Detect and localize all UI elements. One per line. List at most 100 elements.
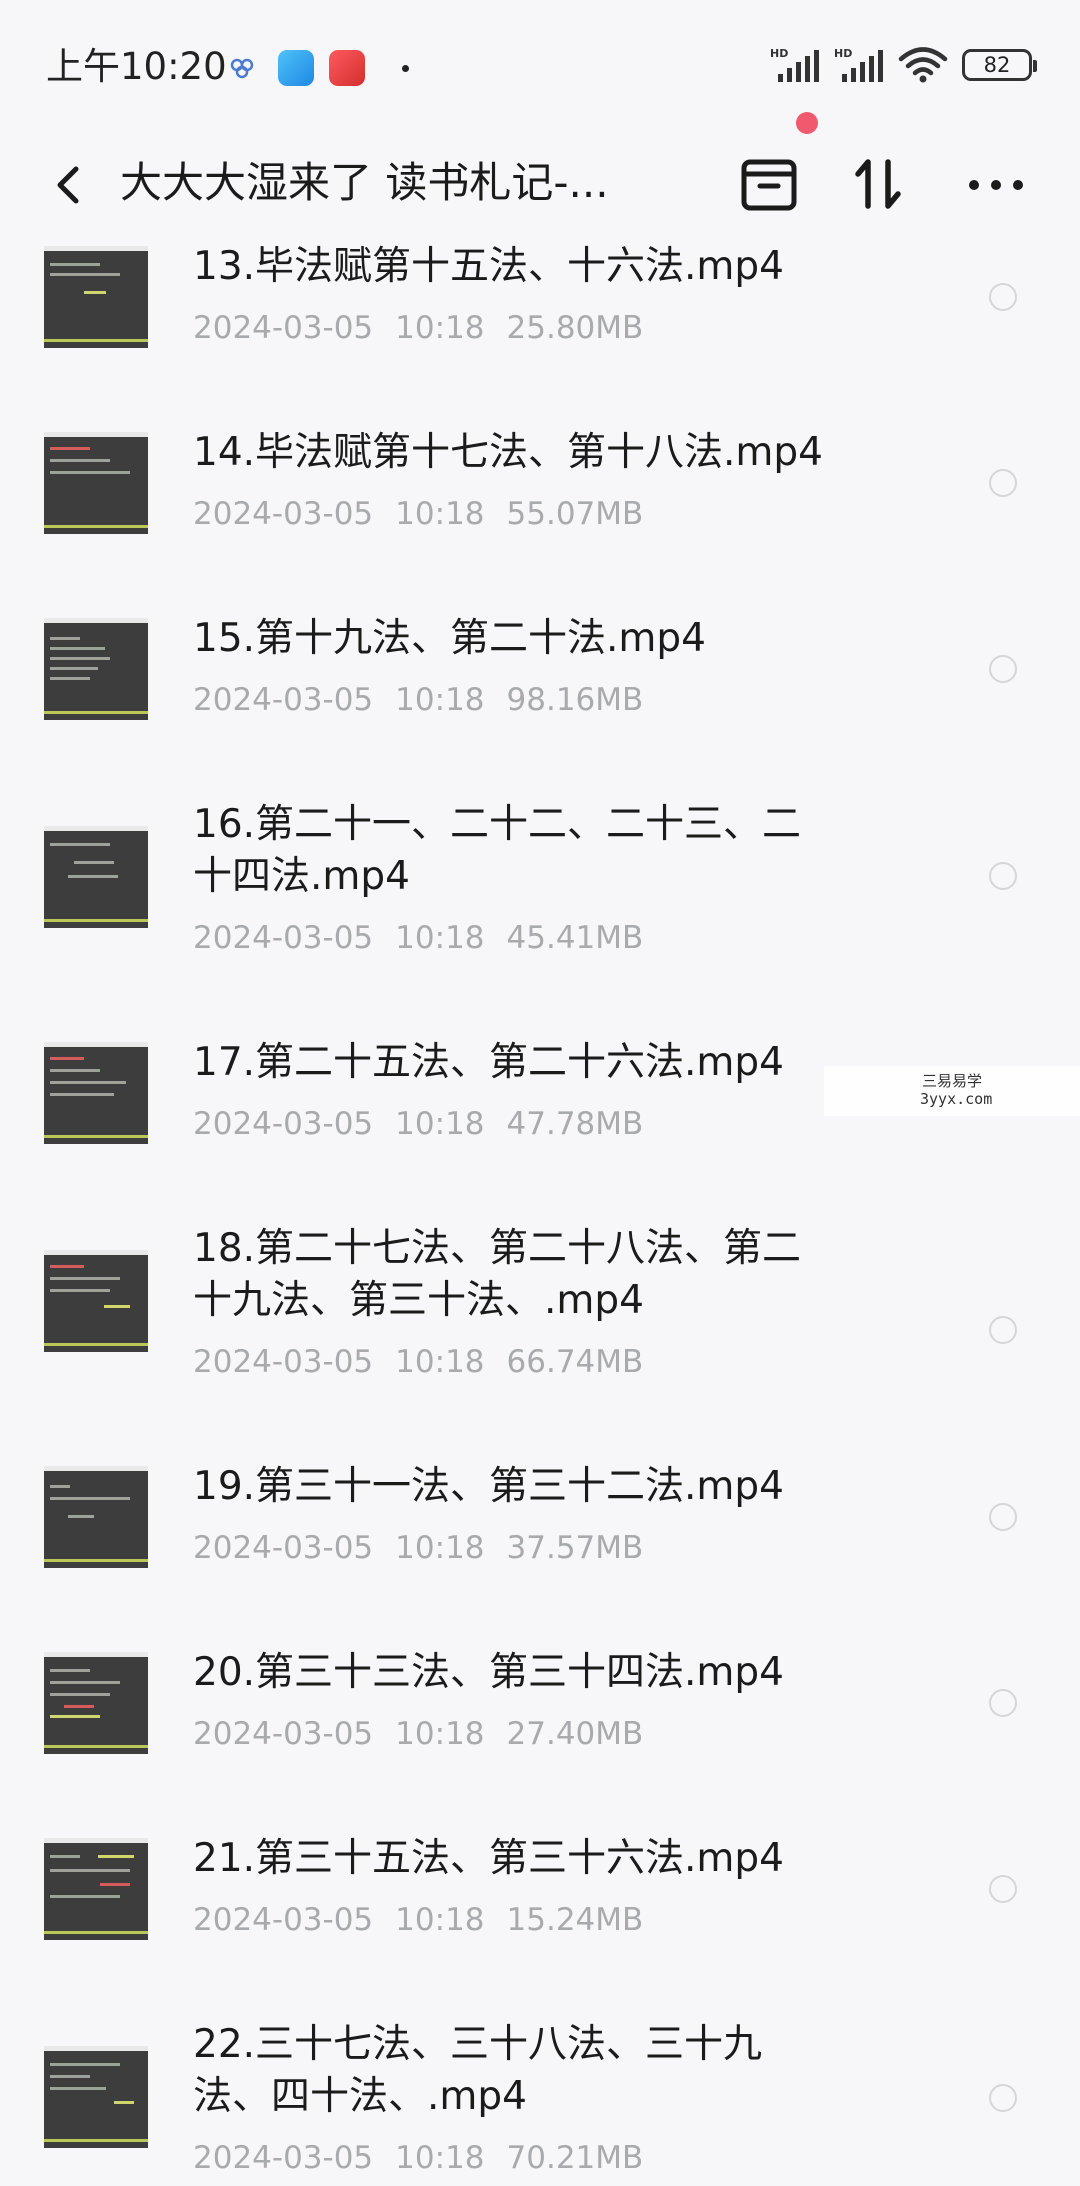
status-bar: 上午10:20 HD HD 82 [0, 0, 1080, 130]
file-name: 16.第二十一、二十二、二十三、二十四法.mp4 [193, 802, 802, 899]
select-checkbox[interactable] [989, 1689, 1017, 1717]
battery-indicator: 82 [962, 49, 1037, 81]
file-meta: 2024-03-05 10:18 66.74MB [193, 1342, 665, 1382]
video-thumbnail [44, 826, 148, 928]
file-meta: 2024-03-05 10:18 25.80MB [193, 308, 665, 348]
video-thumbnail [44, 1466, 148, 1568]
file-time: 10:18 [395, 1530, 485, 1566]
file-name: 17.第二十五法、第二十六法.mp4 [193, 1040, 784, 1085]
cloud-sync-icon [230, 58, 254, 79]
file-time: 10:18 [395, 1344, 485, 1380]
file-meta: 2024-03-05 10:18 45.41MB [193, 918, 665, 958]
list-item[interactable]: 19.第三十一法、第三十二法.mp4 2024-03-05 10:18 37.57M… [0, 1460, 1080, 1646]
video-thumbnail [44, 2046, 148, 2148]
file-meta: 2024-03-05 10:18 47.78MB [193, 1104, 665, 1144]
list-item[interactable]: 18.第二十七法、第二十八法、第二十九法、第三十法、.mp4 2024-03-0… [0, 1222, 1080, 1460]
watermark: 三易易学 3yyx.com [824, 1066, 1080, 1116]
file-name: 22.三十七法、三十八法、三十九法、四十法、.mp4 [193, 2022, 763, 2119]
select-checkbox[interactable] [989, 1316, 1017, 1344]
video-thumbnail [44, 246, 148, 348]
select-checkbox[interactable] [989, 1503, 1017, 1531]
file-size: 47.78MB [506, 1106, 644, 1142]
file-name: 13.毕法赋第十五法、十六法.mp4 [193, 244, 784, 289]
notification-dot [796, 112, 818, 134]
file-size: 45.41MB [506, 920, 644, 956]
list-item[interactable]: 22.三十七法、三十八法、三十九法、四十法、.mp4 2024-03-05 10:… [0, 2018, 1080, 2186]
notification-icons [228, 50, 409, 86]
select-checkbox[interactable] [989, 655, 1017, 683]
file-date: 2024-03-05 [193, 496, 374, 532]
more-dots-icon[interactable] [966, 170, 1026, 200]
file-date: 2024-03-05 [193, 1902, 374, 1938]
file-size: 98.16MB [506, 682, 644, 718]
select-checkbox[interactable] [989, 862, 1017, 890]
file-size: 55.07MB [506, 496, 644, 532]
file-name: 18.第二十七法、第二十八法、第二十九法、第三十法、.mp4 [193, 1226, 802, 1323]
list-item[interactable]: 14.毕法赋第十七法、第十八法.mp4 2024-03-05 10:18 55.07… [0, 426, 1080, 612]
video-thumbnail [44, 1042, 148, 1144]
file-date: 2024-03-05 [193, 1530, 374, 1566]
file-time: 10:18 [395, 920, 485, 956]
file-name: 14.毕法赋第十七法、第十八法.mp4 [193, 430, 823, 475]
file-time: 10:18 [395, 1106, 485, 1142]
file-time: 10:18 [395, 1902, 485, 1938]
file-date: 2024-03-05 [193, 310, 374, 346]
file-name: 19.第三十一法、第三十二法.mp4 [193, 1464, 784, 1509]
video-thumbnail [44, 618, 148, 720]
file-date: 2024-03-05 [193, 920, 374, 956]
file-time: 10:18 [395, 310, 485, 346]
list-item[interactable]: 16.第二十一、二十二、二十三、二十四法.mp4 2024-03-05 10:18… [0, 798, 1080, 1036]
file-size: 27.40MB [506, 1716, 644, 1752]
page-title: 大大大湿来了 读书札记-... [120, 158, 609, 207]
title-bar: 大大大湿来了 读书札记-... [0, 130, 1080, 240]
select-checkbox[interactable] [989, 283, 1017, 311]
list-item[interactable]: 17.第二十五法、第二十六法.mp4 2024-03-05 10:18 47.78M… [0, 1036, 1080, 1222]
select-checkbox[interactable] [989, 2084, 1017, 2112]
file-meta: 2024-03-05 10:18 15.24MB [193, 1900, 665, 1940]
shopping-app-icon [329, 50, 365, 86]
cellular-signal-2-icon: HD [834, 47, 883, 82]
watermark-text: 三易易学 [922, 1072, 983, 1090]
file-size: 25.80MB [506, 310, 644, 346]
file-name: 20.第三十三法、第三十四法.mp4 [193, 1650, 784, 1695]
video-thumbnail [44, 432, 148, 534]
watermark-url: 3yyx.com [920, 1090, 993, 1108]
sort-arrows-icon[interactable] [852, 152, 906, 216]
file-time: 10:18 [395, 496, 485, 532]
file-meta: 2024-03-05 10:18 70.21MB [193, 2138, 665, 2178]
wifi-icon [898, 47, 948, 83]
file-time: 10:18 [395, 2140, 485, 2176]
archive-box-icon[interactable] [734, 148, 804, 220]
file-size: 15.24MB [506, 1902, 644, 1938]
list-item[interactable]: 13.毕法赋第十五法、十六法.mp4 2024-03-05 10:18 25.80M… [0, 240, 1080, 426]
video-thumbnail [44, 1652, 148, 1754]
file-meta: 2024-03-05 10:18 55.07MB [193, 494, 665, 534]
file-date: 2024-03-05 [193, 1106, 374, 1142]
list-item[interactable]: 20.第三十三法、第三十四法.mp4 2024-03-05 10:18 27.40M… [0, 1646, 1080, 1832]
chat-app-icon [278, 50, 314, 86]
video-thumbnail [44, 1250, 148, 1352]
file-name: 21.第三十五法、第三十六法.mp4 [193, 1836, 784, 1881]
file-time: 10:18 [395, 682, 485, 718]
file-date: 2024-03-05 [193, 1344, 374, 1380]
video-thumbnail [44, 1838, 148, 1940]
more-notifications-dot-icon [402, 64, 409, 72]
file-size: 37.57MB [506, 1530, 644, 1566]
list-item[interactable]: 15.第十九法、第二十法.mp4 2024-03-05 10:18 98.16MB [0, 612, 1080, 798]
file-meta: 2024-03-05 10:18 98.16MB [193, 680, 665, 720]
back-arrow-icon[interactable] [44, 155, 94, 215]
file-size: 70.21MB [506, 2140, 644, 2176]
svg-text:HD: HD [834, 47, 852, 60]
status-time: 上午10:20 [46, 45, 227, 88]
file-name: 15.第十九法、第二十法.mp4 [193, 616, 706, 661]
file-meta: 2024-03-05 10:18 37.57MB [193, 1528, 665, 1568]
list-item[interactable]: 21.第三十五法、第三十六法.mp4 2024-03-05 10:18 15.24M… [0, 1832, 1080, 2018]
file-meta: 2024-03-05 10:18 27.40MB [193, 1714, 665, 1754]
file-size: 66.74MB [506, 1344, 644, 1380]
file-time: 10:18 [395, 1716, 485, 1752]
select-checkbox[interactable] [989, 1875, 1017, 1903]
system-status: HD HD 82 [770, 46, 1037, 84]
file-date: 2024-03-05 [193, 1716, 374, 1752]
select-checkbox[interactable] [989, 469, 1017, 497]
file-date: 2024-03-05 [193, 682, 374, 718]
